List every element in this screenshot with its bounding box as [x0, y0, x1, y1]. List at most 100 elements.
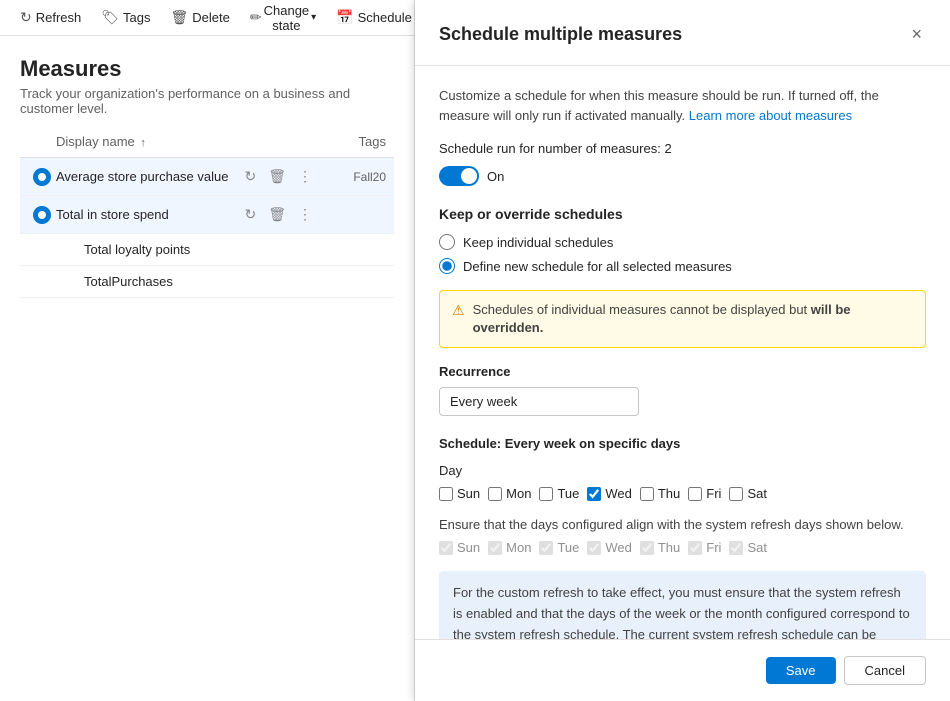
day-option-wed: Wed	[587, 486, 632, 501]
page-title: Measures	[20, 56, 394, 82]
day-checkbox-fri[interactable]	[688, 487, 702, 501]
sys-label-sat: Sat	[747, 540, 767, 555]
chevron-down-icon: ▾	[311, 12, 316, 23]
table-row[interactable]: Total loyalty points	[20, 234, 394, 266]
cancel-button[interactable]: Cancel	[844, 656, 926, 685]
warning-text: Schedules of individual measures cannot …	[473, 301, 913, 337]
schedule-count: Schedule run for number of measures: 2	[439, 141, 926, 156]
schedule-button[interactable]: 📅 Schedule	[328, 5, 420, 30]
pencil-icon: ✏	[250, 9, 262, 26]
day-label-tue[interactable]: Tue	[557, 486, 579, 501]
radio-define[interactable]	[439, 258, 455, 274]
toggle-row: On	[439, 166, 926, 186]
sys-label-thu: Thu	[658, 540, 680, 555]
recurrence-select-wrapper: Every week Every day Every month	[439, 387, 926, 416]
table-row[interactable]: TotalPurchases	[20, 266, 394, 298]
row-tag-1: Fall20	[316, 170, 386, 184]
row-refresh-button-1[interactable]: ↻	[240, 166, 260, 187]
dialog-footer: Save Cancel	[415, 639, 950, 701]
sys-checkbox-mon	[488, 541, 502, 555]
sys-day-mon: Mon	[488, 540, 531, 555]
delete-icon: 🗑	[171, 9, 189, 26]
radio-group: Keep individual schedules Define new sch…	[439, 234, 926, 274]
col-tags: Tags	[316, 134, 386, 149]
check-circle-icon	[33, 206, 51, 224]
day-option-sat: Sat	[729, 486, 767, 501]
ensure-text: Ensure that the days configured align wi…	[439, 517, 926, 532]
days-section: Day Sun Mon Tue Wed	[439, 463, 926, 501]
day-option-sun: Sun	[439, 486, 480, 501]
sys-day-fri: Fri	[688, 540, 721, 555]
sys-day-tue: Tue	[539, 540, 579, 555]
sys-day-sun: Sun	[439, 540, 480, 555]
day-option-thu: Thu	[640, 486, 680, 501]
delete-button[interactable]: 🗑 Delete	[163, 5, 238, 30]
row-check-2[interactable]	[28, 206, 56, 224]
page-header: Measures Track your organization's perfo…	[0, 36, 414, 126]
measures-table: Display name ↑ Tags Average store purcha…	[0, 126, 414, 298]
day-checkbox-thu[interactable]	[640, 487, 654, 501]
day-checkbox-mon[interactable]	[488, 487, 502, 501]
sys-label-fri: Fri	[706, 540, 721, 555]
close-button[interactable]: ×	[907, 20, 926, 49]
schedule-toggle[interactable]	[439, 166, 479, 186]
radio-keep-option[interactable]: Keep individual schedules	[439, 234, 926, 250]
sys-checkbox-wed	[587, 541, 601, 555]
dialog-body: Customize a schedule for when this measu…	[415, 66, 950, 639]
save-button[interactable]: Save	[766, 657, 836, 684]
row-delete-button-1[interactable]: 🗑	[264, 166, 290, 187]
day-label-sat[interactable]: Sat	[747, 486, 767, 501]
col-display-name: Display name ↑	[56, 134, 316, 149]
page-subtitle: Track your organization's performance on…	[20, 86, 394, 116]
row-more-button-1[interactable]: ⋮	[294, 166, 316, 187]
row-delete-button-2[interactable]: 🗑	[264, 204, 290, 225]
row-name-1: Average store purchase value	[56, 169, 240, 184]
recurrence-select[interactable]: Every week Every day Every month	[439, 387, 639, 416]
warning-icon: ⚠	[452, 302, 465, 319]
sys-day-wed: Wed	[587, 540, 632, 555]
day-label-thu[interactable]: Thu	[658, 486, 680, 501]
row-refresh-button-2[interactable]: ↻	[240, 204, 260, 225]
sys-checkbox-fri	[688, 541, 702, 555]
radio-define-option[interactable]: Define new schedule for all selected mea…	[439, 258, 926, 274]
radio-define-label: Define new schedule for all selected mea…	[463, 259, 732, 274]
tags-button[interactable]: 🏷 Tags	[93, 5, 158, 30]
table-row[interactable]: Average store purchase value ↻ 🗑 ⋮ Fall2…	[20, 158, 394, 196]
day-label-fri[interactable]: Fri	[706, 486, 721, 501]
check-mark	[38, 211, 46, 219]
left-panel: ↻ Refresh 🏷 Tags 🗑 Delete ✏ Change state…	[0, 0, 415, 701]
day-checkbox-wed[interactable]	[587, 487, 601, 501]
radio-keep-label: Keep individual schedules	[463, 235, 613, 250]
day-label-wed[interactable]: Wed	[605, 486, 632, 501]
toggle-label: On	[487, 169, 504, 184]
day-checkbox-sat[interactable]	[729, 487, 743, 501]
day-option-mon: Mon	[488, 486, 531, 501]
row-more-button-2[interactable]: ⋮	[294, 204, 316, 225]
keep-override-title: Keep or override schedules	[439, 206, 926, 222]
info-text: For the custom refresh to take effect, y…	[453, 583, 912, 639]
sort-icon: ↑	[140, 137, 146, 149]
radio-keep[interactable]	[439, 234, 455, 250]
sys-label-wed: Wed	[605, 540, 632, 555]
day-label-mon[interactable]: Mon	[506, 486, 531, 501]
toolbar: ↻ Refresh 🏷 Tags 🗑 Delete ✏ Change state…	[0, 0, 414, 36]
check-circle-icon	[33, 168, 51, 186]
sys-label-mon: Mon	[506, 540, 531, 555]
learn-more-link[interactable]: Learn more about measures	[689, 108, 852, 123]
recurrence-label: Recurrence	[439, 364, 926, 379]
sys-checkbox-sat	[729, 541, 743, 555]
row-name-2: Total in store spend	[56, 207, 240, 222]
day-option-tue: Tue	[539, 486, 579, 501]
row-actions-2: ↻ 🗑 ⋮	[240, 204, 316, 225]
row-check-1[interactable]	[28, 168, 56, 186]
sys-label-sun: Sun	[457, 540, 480, 555]
day-label-sun[interactable]: Sun	[457, 486, 480, 501]
table-row[interactable]: Total in store spend ↻ 🗑 ⋮	[20, 196, 394, 234]
day-checkbox-tue[interactable]	[539, 487, 553, 501]
refresh-button[interactable]: ↻ Refresh	[12, 5, 89, 30]
day-checkbox-sun[interactable]	[439, 487, 453, 501]
change-state-button[interactable]: ✏ Change state ▾	[242, 0, 324, 37]
table-header: Display name ↑ Tags	[20, 126, 394, 158]
row-actions-1: ↻ 🗑 ⋮	[240, 166, 316, 187]
dialog-header: Schedule multiple measures ×	[415, 0, 950, 66]
